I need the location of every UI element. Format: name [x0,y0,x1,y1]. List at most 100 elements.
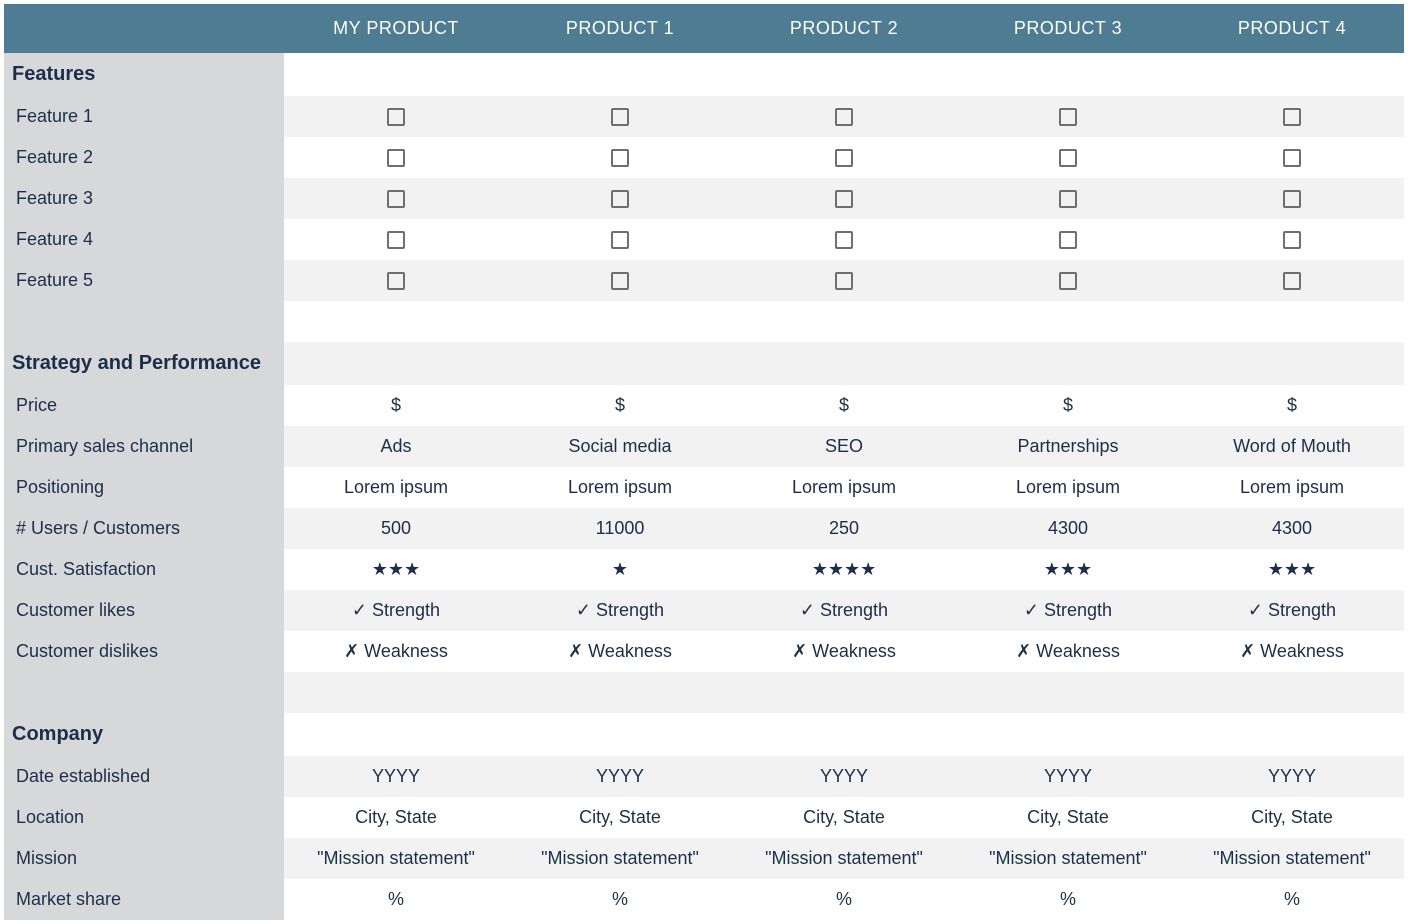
section-company: Company [4,713,1404,756]
channel-cell: Social media [508,426,732,467]
checkbox-icon[interactable] [611,272,629,290]
dislikes-label: Customer dislikes [4,631,284,672]
row-date: Date established YYYY YYYY YYYY YYYY YYY… [4,756,1404,797]
checkbox-icon[interactable] [611,231,629,249]
satisfaction-label: Cust. Satisfaction [4,549,284,590]
price-cell: $ [508,385,732,426]
location-cell: City, State [956,797,1180,838]
checkbox-icon[interactable] [387,108,405,126]
mission-cell: "Mission statement" [1180,838,1404,879]
row-dislikes: Customer dislikes ✗ Weakness ✗ Weakness … [4,631,1404,672]
date-cell: YYYY [284,756,508,797]
checkbox-icon[interactable] [611,149,629,167]
likes-label: Customer likes [4,590,284,631]
checkbox-icon[interactable] [611,190,629,208]
feature-label-2: Feature 3 [4,178,284,219]
dislikes-cell: ✗ Weakness [956,631,1180,672]
mission-cell: "Mission statement" [508,838,732,879]
checkbox-icon[interactable] [1283,190,1301,208]
channel-label: Primary sales channel [4,426,284,467]
positioning-cell: Lorem ipsum [508,467,732,508]
checkbox-icon[interactable] [387,272,405,290]
likes-cell: ✓ Strength [284,590,508,631]
row-satisfaction: Cust. Satisfaction ★★★ ★ ★★★★ ★★★ ★★★ [4,549,1404,590]
mission-label: Mission [4,838,284,879]
satisfaction-cell: ★ [508,549,732,590]
header-col-0: MY PRODUCT [284,4,508,53]
row-positioning: Positioning Lorem ipsum Lorem ipsum Lore… [4,467,1404,508]
likes-cell: ✓ Strength [732,590,956,631]
row-location: Location City, State City, State City, S… [4,797,1404,838]
users-cell: 11000 [508,508,732,549]
row-mission: Mission "Mission statement" "Mission sta… [4,838,1404,879]
feature-row-3: Feature 4 [4,219,1404,260]
channel-cell: Ads [284,426,508,467]
checkbox-icon[interactable] [835,272,853,290]
checkbox-icon[interactable] [387,190,405,208]
company-title: Company [4,713,284,756]
price-cell: $ [1180,385,1404,426]
likes-cell: ✓ Strength [508,590,732,631]
mission-cell: "Mission statement" [284,838,508,879]
date-cell: YYYY [508,756,732,797]
checkbox-icon[interactable] [1283,149,1301,167]
users-cell: 250 [732,508,956,549]
satisfaction-cell: ★★★★ [732,549,956,590]
spacer-row [4,672,1404,713]
dislikes-cell: ✗ Weakness [732,631,956,672]
checkbox-icon[interactable] [1283,108,1301,126]
section-features: Features [4,53,1404,96]
dislikes-cell: ✗ Weakness [284,631,508,672]
price-cell: $ [956,385,1180,426]
row-share: Market share % % % % % [4,879,1404,920]
location-cell: City, State [508,797,732,838]
checkbox-icon[interactable] [387,231,405,249]
checkbox-icon[interactable] [835,108,853,126]
checkbox-icon[interactable] [1059,231,1077,249]
checkbox-icon[interactable] [1059,149,1077,167]
positioning-cell: Lorem ipsum [284,467,508,508]
date-cell: YYYY [732,756,956,797]
row-price: Price $ $ $ $ $ [4,385,1404,426]
header-col-1: PRODUCT 1 [508,4,732,53]
share-cell: % [956,879,1180,920]
likes-cell: ✓ Strength [956,590,1180,631]
checkbox-icon[interactable] [387,149,405,167]
checkbox-icon[interactable] [611,108,629,126]
price-label: Price [4,385,284,426]
positioning-cell: Lorem ipsum [1180,467,1404,508]
satisfaction-cell: ★★★ [1180,549,1404,590]
dislikes-cell: ✗ Weakness [508,631,732,672]
satisfaction-cell: ★★★ [284,549,508,590]
users-cell: 4300 [1180,508,1404,549]
satisfaction-cell: ★★★ [956,549,1180,590]
strategy-title: Strategy and Performance [4,342,284,385]
dislikes-cell: ✗ Weakness [1180,631,1404,672]
feature-label-1: Feature 2 [4,137,284,178]
channel-cell: Word of Mouth [1180,426,1404,467]
features-title: Features [4,53,284,96]
checkbox-icon[interactable] [1283,272,1301,290]
feature-label-4: Feature 5 [4,260,284,301]
likes-cell: ✓ Strength [1180,590,1404,631]
date-cell: YYYY [1180,756,1404,797]
row-likes: Customer likes ✓ Strength ✓ Strength ✓ S… [4,590,1404,631]
channel-cell: SEO [732,426,956,467]
positioning-label: Positioning [4,467,284,508]
checkbox-icon[interactable] [835,190,853,208]
checkbox-icon[interactable] [835,231,853,249]
checkbox-icon[interactable] [1059,190,1077,208]
location-cell: City, State [284,797,508,838]
checkbox-icon[interactable] [1059,272,1077,290]
checkbox-icon[interactable] [1283,231,1301,249]
positioning-cell: Lorem ipsum [956,467,1180,508]
checkbox-icon[interactable] [835,149,853,167]
header-row: MY PRODUCT PRODUCT 1 PRODUCT 2 PRODUCT 3… [4,4,1404,53]
location-label: Location [4,797,284,838]
header-blank [4,4,284,53]
channel-cell: Partnerships [956,426,1180,467]
checkbox-icon[interactable] [1059,108,1077,126]
share-label: Market share [4,879,284,920]
feature-row-2: Feature 3 [4,178,1404,219]
date-label: Date established [4,756,284,797]
